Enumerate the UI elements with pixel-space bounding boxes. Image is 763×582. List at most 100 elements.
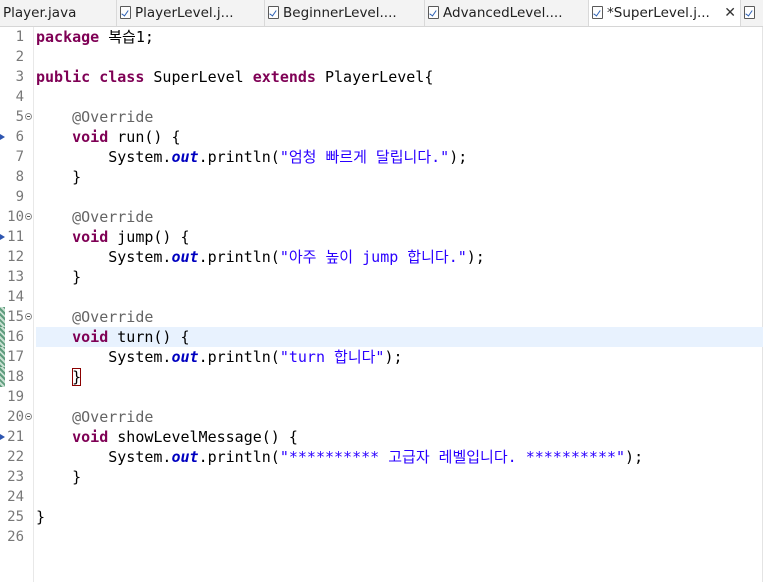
line-number: 8 bbox=[15, 169, 24, 185]
java-file-icon bbox=[744, 6, 755, 19]
line-number: 6 bbox=[15, 129, 24, 145]
close-icon[interactable]: ✕ bbox=[724, 0, 736, 26]
annotation: @Override bbox=[72, 408, 154, 426]
code-line: 8 } bbox=[0, 167, 763, 187]
code-text: void turn() { bbox=[36, 327, 189, 347]
identifier: System. bbox=[108, 348, 172, 366]
identifier: System. bbox=[108, 448, 172, 466]
tab-overflow[interactable] bbox=[741, 0, 763, 26]
java-file-icon bbox=[120, 6, 131, 19]
line-number: 16 bbox=[7, 329, 24, 345]
static-field: out bbox=[171, 148, 199, 166]
identifier: .println( bbox=[198, 248, 280, 266]
code-line: 2 bbox=[0, 47, 763, 67]
tab-playerlevel-java[interactable]: PlayerLevel.j... bbox=[117, 0, 265, 26]
code-text: void jump() { bbox=[36, 227, 190, 247]
code-line: 3 public class SuperLevel extends Player… bbox=[0, 67, 763, 87]
code-text: @Override bbox=[36, 107, 153, 127]
fold-collapse-icon[interactable] bbox=[25, 313, 32, 320]
code-text: @Override bbox=[36, 207, 153, 227]
line-number: 1 bbox=[15, 29, 24, 45]
line-number: 14 bbox=[7, 289, 24, 305]
code-line: 10 @Override bbox=[0, 207, 763, 227]
punctuation: ); bbox=[449, 148, 468, 166]
keyword: extends bbox=[252, 68, 316, 86]
line-number: 18 bbox=[7, 369, 24, 385]
code-line: 7 System.out.println("엄청 빠르게 달립니다."); bbox=[0, 147, 763, 167]
code-line: 22 System.out.println("********** 고급자 레벨… bbox=[0, 447, 763, 467]
code-line: 15 @Override bbox=[0, 307, 763, 327]
code-text: } bbox=[36, 507, 45, 527]
code-line: 21 void showLevelMessage() { bbox=[0, 427, 763, 447]
code-text: @Override bbox=[36, 307, 153, 327]
fold-collapse-icon[interactable] bbox=[25, 213, 32, 220]
code-text: } bbox=[36, 167, 81, 187]
code-text: } bbox=[36, 367, 82, 387]
code-text: System.out.println("아주 높이 jump 합니다."); bbox=[36, 247, 485, 267]
line-number: 23 bbox=[7, 469, 24, 485]
code-line: 14 bbox=[0, 287, 763, 307]
line-number: 24 bbox=[7, 489, 24, 505]
code-text: package 복습1; bbox=[36, 27, 154, 47]
line-number: 22 bbox=[7, 449, 24, 465]
line-number: 25 bbox=[7, 509, 24, 525]
tab-label: Player.java bbox=[3, 5, 77, 21]
annotation: @Override bbox=[72, 308, 154, 326]
code-text: void showLevelMessage() { bbox=[36, 427, 298, 447]
fold-collapse-icon[interactable] bbox=[25, 413, 32, 420]
annotation: @Override bbox=[72, 108, 154, 126]
java-file-icon bbox=[592, 6, 603, 19]
line-number: 10 bbox=[7, 209, 24, 225]
code-line: 24 bbox=[0, 487, 763, 507]
tab-advancedlevel-java[interactable]: AdvancedLevel.... bbox=[425, 0, 589, 26]
fold-collapse-icon[interactable] bbox=[25, 113, 32, 120]
line-number: 11 bbox=[7, 229, 24, 245]
punctuation: } bbox=[72, 168, 82, 186]
line-number: 20 bbox=[7, 409, 24, 425]
code-line: 23 } bbox=[0, 467, 763, 487]
code-text: public class SuperLevel extends PlayerLe… bbox=[36, 67, 433, 87]
line-number: 4 bbox=[15, 89, 24, 105]
code-line: 1 package 복습1; bbox=[0, 27, 763, 47]
identifier: 복습1; bbox=[99, 28, 154, 46]
line-number: 2 bbox=[15, 49, 24, 65]
method-signature: showLevelMessage() { bbox=[108, 428, 298, 446]
line-number: 17 bbox=[7, 349, 24, 365]
method-signature: run() { bbox=[108, 128, 181, 146]
punctuation: } bbox=[72, 268, 82, 286]
tab-beginnerlevel-java[interactable]: BeginnerLevel.... bbox=[265, 0, 425, 26]
code-line: 19 bbox=[0, 387, 763, 407]
code-line: 9 bbox=[0, 187, 763, 207]
code-editor[interactable]: 1 package 복습1; 2 3 public class SuperLev… bbox=[0, 27, 763, 582]
line-number: 26 bbox=[7, 529, 24, 545]
tab-label: BeginnerLevel.... bbox=[283, 5, 397, 21]
annotation: @Override bbox=[72, 208, 154, 226]
code-text: System.out.println("********** 고급자 레벨입니다… bbox=[36, 447, 643, 467]
code-text: } bbox=[36, 467, 81, 487]
tab-player-java[interactable]: Player.java bbox=[0, 0, 117, 26]
tab-superlevel-java[interactable]: *SuperLevel.j... ✕ bbox=[589, 0, 741, 26]
identifier: .println( bbox=[198, 148, 280, 166]
line-number: 15 bbox=[7, 309, 24, 325]
identifier: System. bbox=[108, 148, 172, 166]
string-literal: "엄청 빠르게 달립니다." bbox=[279, 148, 450, 166]
punctuation: ); bbox=[384, 348, 403, 366]
code-text: System.out.println("turn 합니다"); bbox=[36, 347, 403, 367]
identifier: SuperLevel bbox=[144, 68, 253, 86]
code-text: } bbox=[36, 267, 81, 287]
punctuation: } bbox=[72, 468, 82, 486]
code-text: void run() { bbox=[36, 127, 181, 147]
line-number: 9 bbox=[15, 189, 24, 205]
code-line: 13 } bbox=[0, 267, 763, 287]
keyword: void bbox=[72, 328, 109, 346]
keyword: class bbox=[99, 68, 145, 86]
method-signature: jump() { bbox=[108, 228, 190, 246]
line-number: 5 bbox=[15, 109, 24, 125]
line-number: 19 bbox=[7, 389, 24, 405]
line-number: 21 bbox=[7, 429, 24, 445]
identifier: PlayerLevel{ bbox=[315, 68, 434, 86]
keyword: public bbox=[36, 68, 91, 86]
java-file-icon bbox=[428, 6, 439, 19]
code-line: 11 void jump() { bbox=[0, 227, 763, 247]
string-literal: "아주 높이 jump 합니다." bbox=[279, 248, 467, 266]
